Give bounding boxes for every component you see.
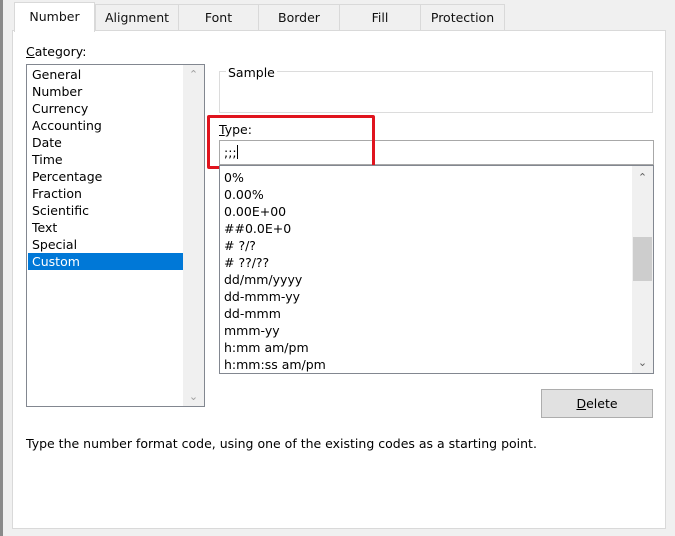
chevron-up-icon[interactable]: ⌃ bbox=[632, 169, 653, 186]
format-code-item[interactable]: # ?/? bbox=[224, 237, 256, 254]
format-code-item[interactable]: 0% bbox=[224, 169, 244, 186]
tab-font[interactable]: Font bbox=[178, 4, 259, 30]
delete-button-label: elete bbox=[586, 396, 618, 411]
format-code-item[interactable]: dd-mmm-yy bbox=[224, 288, 300, 305]
category-scrollbar[interactable]: ⌃ ⌄ bbox=[183, 65, 204, 406]
category-label-text: ategory: bbox=[34, 44, 87, 59]
category-item-currency[interactable]: Currency bbox=[28, 100, 183, 117]
category-listbox[interactable]: General Number Currency Accounting Date … bbox=[26, 64, 205, 407]
category-item-accounting[interactable]: Accounting bbox=[28, 117, 183, 134]
tab-border[interactable]: Border bbox=[258, 4, 340, 30]
format-code-item[interactable]: dd/mm/yyyy bbox=[224, 271, 302, 288]
chevron-down-icon[interactable]: ⌄ bbox=[183, 388, 204, 405]
tab-alignment[interactable]: Alignment bbox=[95, 4, 179, 30]
tab-protection[interactable]: Protection bbox=[420, 4, 505, 30]
text-caret bbox=[236, 145, 238, 159]
window-edge bbox=[0, 0, 3, 536]
category-label: Category: bbox=[26, 44, 86, 59]
category-item-date[interactable]: Date bbox=[28, 134, 183, 151]
format-code-scrollbar[interactable]: ⌃ ⌄ bbox=[632, 166, 653, 373]
sample-label: Sample bbox=[226, 65, 277, 80]
chevron-down-icon[interactable]: ⌄ bbox=[632, 354, 653, 371]
scrollbar-thumb[interactable] bbox=[633, 237, 652, 281]
category-item-number[interactable]: Number bbox=[28, 83, 183, 100]
category-item-time[interactable]: Time bbox=[28, 151, 183, 168]
format-code-item[interactable]: # ??/?? bbox=[224, 254, 269, 271]
sample-groupbox bbox=[219, 71, 653, 113]
format-code-item[interactable]: 0.00E+00 bbox=[224, 203, 286, 220]
category-item-special[interactable]: Special bbox=[28, 236, 183, 253]
delete-button-accelerator: D bbox=[576, 396, 587, 411]
format-code-item[interactable]: dd-mmm bbox=[224, 305, 281, 322]
category-item-general[interactable]: General bbox=[28, 66, 183, 83]
format-code-listbox[interactable]: 0% 0.00% 0.00E+00 ##0.0E+0 # ?/? # ??/??… bbox=[219, 165, 654, 374]
type-label-text: ype: bbox=[224, 122, 252, 137]
format-code-item[interactable]: ##0.0E+0 bbox=[224, 220, 291, 237]
delete-button[interactable]: Delete bbox=[541, 389, 653, 418]
category-item-percentage[interactable]: Percentage bbox=[28, 168, 183, 185]
category-item-custom[interactable]: Custom bbox=[28, 253, 183, 270]
instruction-text: Type the number format code, using one o… bbox=[26, 436, 537, 451]
category-label-accelerator: C bbox=[26, 44, 35, 59]
tab-fill[interactable]: Fill bbox=[339, 4, 421, 30]
type-input-value: ;;; bbox=[224, 145, 237, 160]
format-code-item[interactable]: 0.00% bbox=[224, 186, 264, 203]
type-label: Type: bbox=[219, 122, 252, 137]
category-item-scientific[interactable]: Scientific bbox=[28, 202, 183, 219]
category-item-fraction[interactable]: Fraction bbox=[28, 185, 183, 202]
format-code-item[interactable]: h:mm am/pm bbox=[224, 339, 309, 356]
format-code-item[interactable]: h:mm:ss am/pm bbox=[224, 356, 326, 373]
category-item-text[interactable]: Text bbox=[28, 219, 183, 236]
format-code-item[interactable]: mmm-yy bbox=[224, 322, 280, 339]
tab-number[interactable]: Number bbox=[14, 2, 95, 32]
chevron-up-icon[interactable]: ⌃ bbox=[183, 66, 204, 83]
type-input[interactable]: ;;; bbox=[219, 140, 654, 165]
